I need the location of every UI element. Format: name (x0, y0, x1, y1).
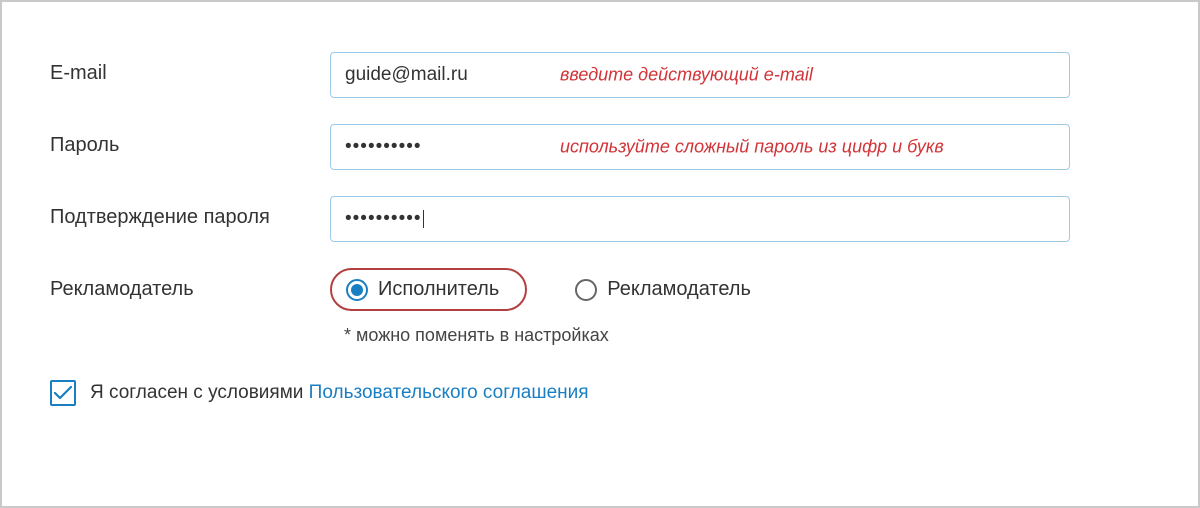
email-input[interactable] (330, 52, 1070, 98)
confirm-wrap: •••••••••• (330, 196, 1150, 242)
radio-option-advertiser[interactable]: Рекламодатель (557, 272, 769, 307)
email-col: введите действующий e-mail (330, 52, 1150, 98)
agree-row: Я согласен с условиями Пользовательского… (50, 380, 1150, 406)
email-wrap: введите действующий e-mail (330, 52, 1150, 98)
password-col: •••••••••• используйте сложный пароль из… (330, 124, 1150, 170)
email-row: E-mail введите действующий e-mail (50, 52, 1150, 98)
password-row: Пароль •••••••••• используйте сложный па… (50, 124, 1150, 170)
radio-option-executor[interactable]: Исполнитель (330, 268, 527, 311)
password-input[interactable]: •••••••••• (330, 124, 1070, 170)
role-note: * можно поменять в настройках (330, 325, 1150, 346)
radio-icon (575, 279, 597, 301)
check-icon (54, 386, 72, 400)
email-label: E-mail (50, 52, 330, 85)
role-col: Исполнитель Рекламодатель * можно поменя… (330, 268, 1150, 346)
password-wrap: •••••••••• используйте сложный пароль из… (330, 124, 1150, 170)
radio-label-executor: Исполнитель (378, 278, 499, 301)
confirm-value: •••••••••• (345, 208, 424, 230)
password-value: •••••••••• (345, 136, 422, 158)
agreement-link[interactable]: Пользовательского соглашения (309, 382, 589, 403)
radio-label-advertiser: Рекламодатель (607, 278, 751, 301)
password-label: Пароль (50, 124, 330, 157)
agree-prefix: Я согласен с условиями (90, 382, 309, 403)
confirm-label: Подтверждение пароля (50, 196, 330, 229)
confirm-row: Подтверждение пароля •••••••••• (50, 196, 1150, 242)
confirm-input[interactable]: •••••••••• (330, 196, 1070, 242)
agree-checkbox[interactable] (50, 380, 76, 406)
role-label: Рекламодатель (50, 268, 330, 301)
radio-icon (346, 279, 368, 301)
agree-text: Я согласен с условиями Пользовательского… (90, 382, 589, 404)
radio-group: Исполнитель Рекламодатель (330, 268, 1150, 311)
role-row: Рекламодатель Исполнитель Рекламодатель … (50, 268, 1150, 346)
radio-dot-icon (351, 284, 363, 296)
confirm-col: •••••••••• (330, 196, 1150, 242)
